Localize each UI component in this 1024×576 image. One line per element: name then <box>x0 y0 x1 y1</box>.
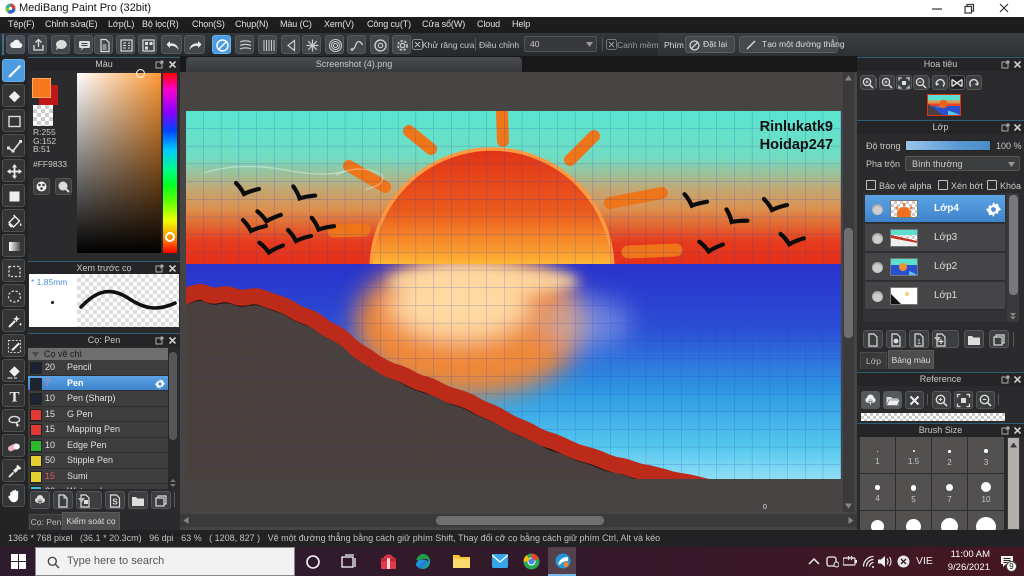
svg-text:S: S <box>112 498 118 507</box>
svg-text:Hoidap247: Hoidap247 <box>760 137 833 153</box>
svg-text:T: T <box>9 390 19 406</box>
svg-text:Rinlukatk9: Rinlukatk9 <box>760 119 833 135</box>
svg-text:1: 1 <box>917 337 921 346</box>
